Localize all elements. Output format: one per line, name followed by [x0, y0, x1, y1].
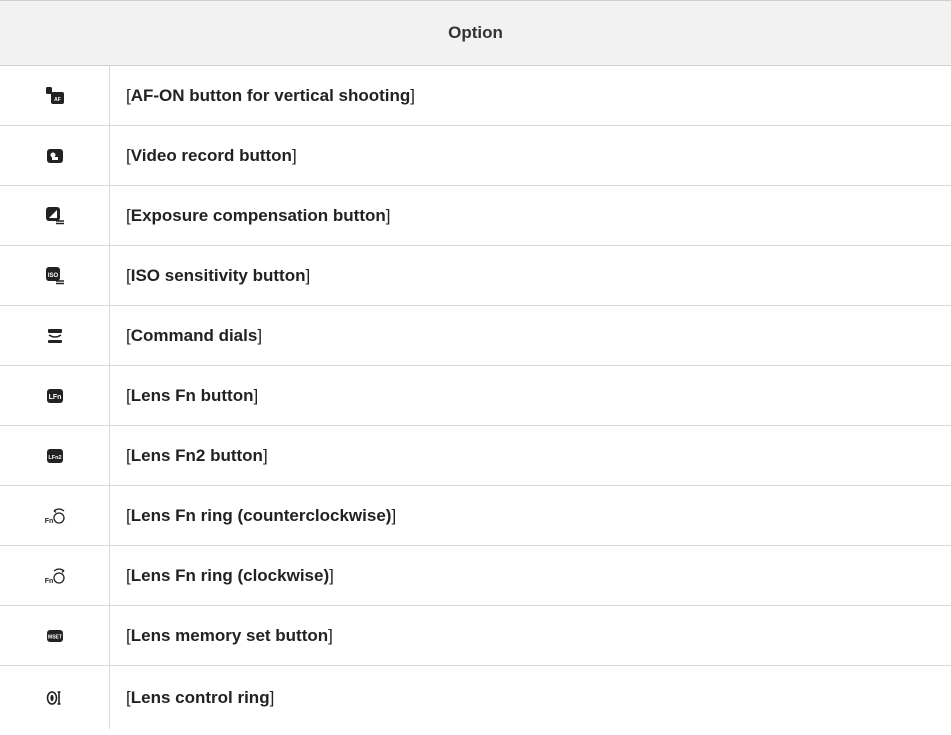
- row-label: Command dials: [130, 325, 258, 345]
- svg-text:LFn: LFn: [48, 394, 61, 401]
- svg-text:Fn: Fn: [44, 578, 53, 585]
- row-label: AF-ON button for vertical shooting: [130, 85, 411, 105]
- svg-text:LFn2: LFn2: [48, 455, 61, 461]
- row-label: Lens Fn2 button: [130, 445, 263, 465]
- row-label: Lens Fn button: [130, 385, 254, 405]
- row-label: Lens Fn ring (counterclockwise): [130, 505, 392, 525]
- fn-ring-ccw-icon: Fn: [0, 486, 110, 545]
- table-row: MSET [Lens memory set button]: [0, 606, 951, 666]
- command-dials-icon: [0, 306, 110, 365]
- table-row: [Exposure compensation button]: [0, 186, 951, 246]
- row-label: Lens memory set button: [130, 625, 329, 645]
- table-row: LFn [Lens Fn button]: [0, 366, 951, 426]
- svg-text:MSET: MSET: [48, 634, 62, 640]
- table-row: [Command dials]: [0, 306, 951, 366]
- lens-control-ring-icon: [0, 666, 110, 729]
- table-row: Fn [Lens Fn ring (clockwise)]: [0, 546, 951, 606]
- row-label: Lens Fn ring (clockwise): [130, 565, 330, 585]
- fn-ring-cw-icon: Fn: [0, 546, 110, 605]
- table-row: ISO [ISO sensitivity button]: [0, 246, 951, 306]
- svg-text:Fn: Fn: [44, 518, 53, 525]
- exposure-compensation-icon: [0, 186, 110, 245]
- table-row: AF [AF-ON button for vertical shooting]: [0, 66, 951, 126]
- table-row: LFn2 [Lens Fn2 button]: [0, 426, 951, 486]
- table-row: [Lens control ring]: [0, 666, 951, 729]
- row-label: Exposure compensation button: [130, 205, 386, 225]
- column-header-option: Option: [0, 0, 951, 66]
- lens-memory-set-icon: MSET: [0, 606, 110, 665]
- row-label: Video record button: [130, 145, 292, 165]
- options-table: Option AF [AF-ON button for vertical sho…: [0, 0, 951, 729]
- af-on-vertical-icon: AF: [0, 66, 110, 125]
- table-row: [Video record button]: [0, 126, 951, 186]
- lens-fn-icon: LFn: [0, 366, 110, 425]
- iso-sensitivity-icon: ISO: [0, 246, 110, 305]
- row-label: Lens control ring: [130, 687, 270, 707]
- lens-fn2-icon: LFn2: [0, 426, 110, 485]
- svg-text:AF: AF: [54, 97, 61, 103]
- video-record-icon: [0, 126, 110, 185]
- table-row: Fn [Lens Fn ring (counterclockwise)]: [0, 486, 951, 546]
- row-label: ISO sensitivity button: [130, 265, 306, 285]
- svg-text:ISO: ISO: [47, 273, 58, 279]
